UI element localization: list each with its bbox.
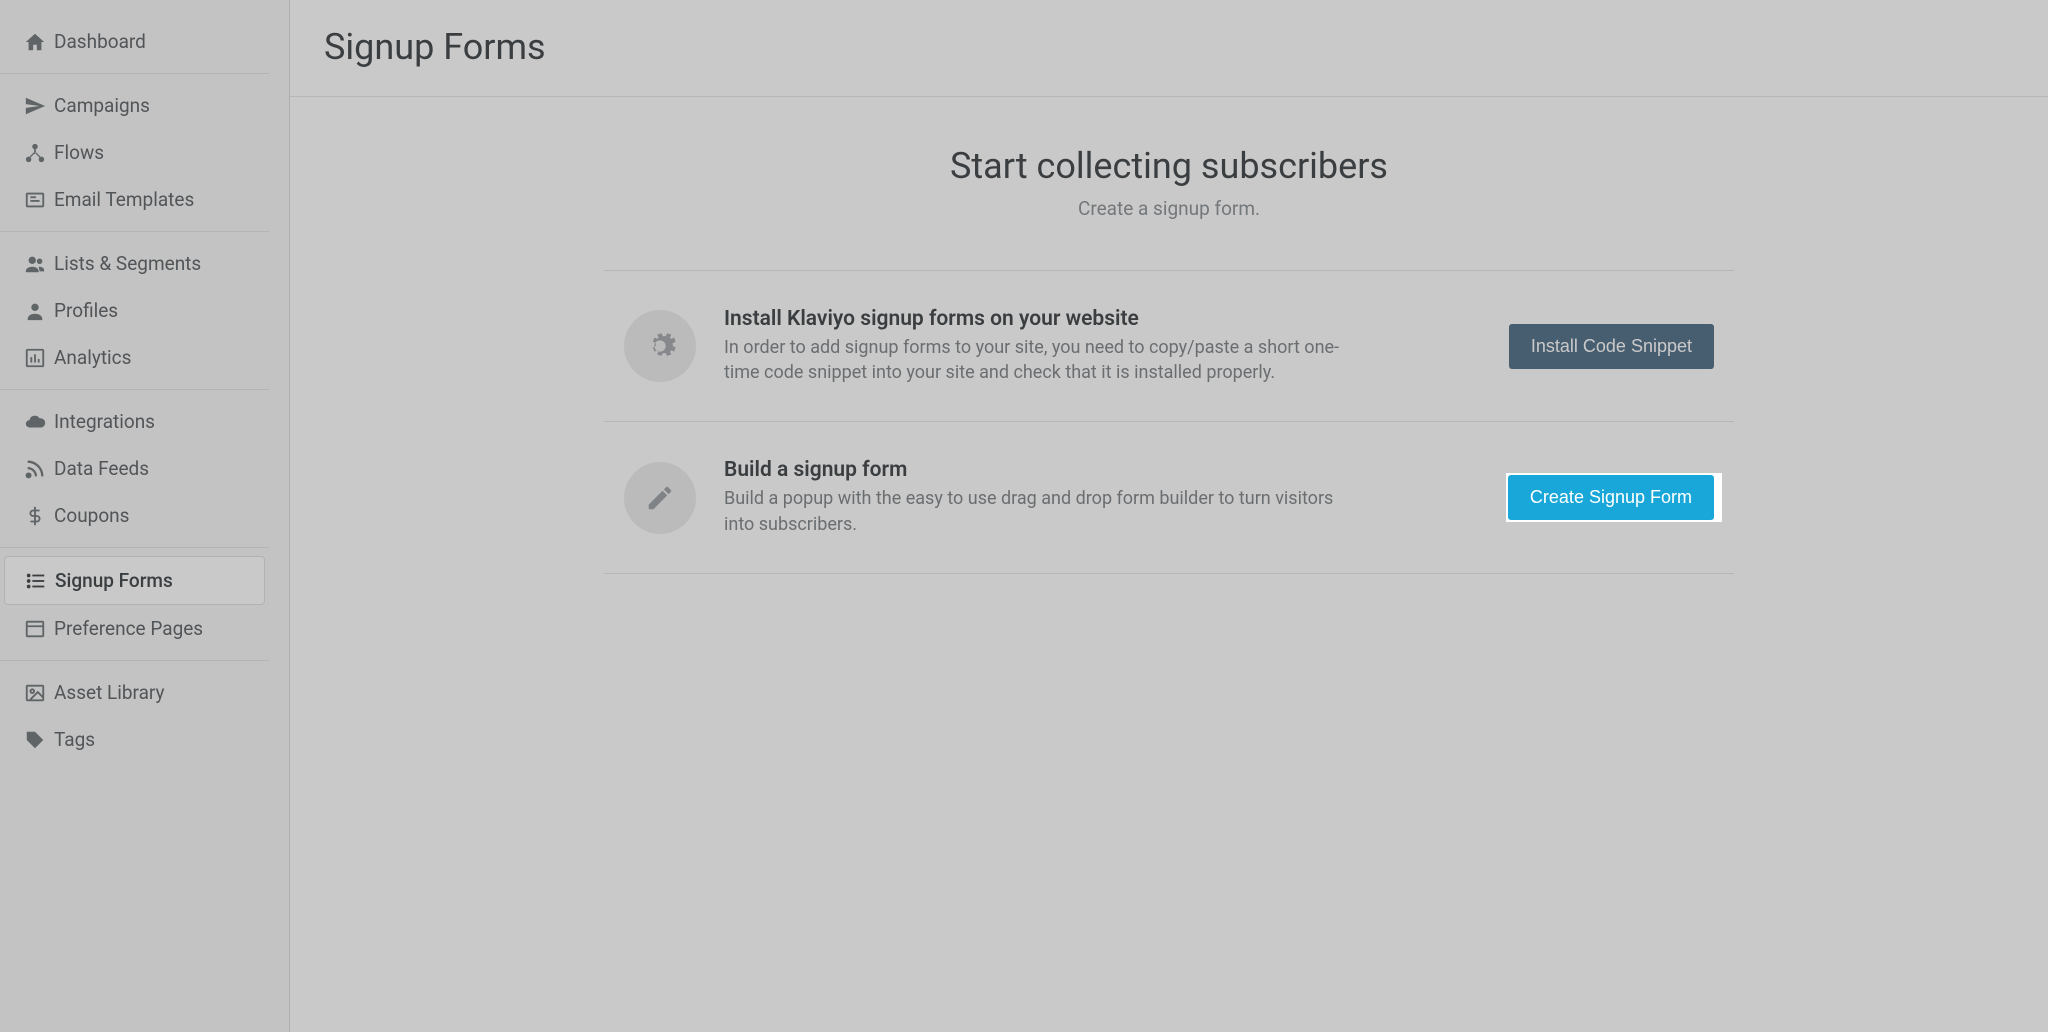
sidebar-item-profiles[interactable]: Profiles [4,287,269,334]
sidebar-item-coupons[interactable]: Coupons [4,492,269,539]
layout-icon [24,618,54,640]
sidebar-item-label: Data Feeds [54,457,149,480]
dollar-icon [24,505,54,527]
sidebar-item-campaigns[interactable]: Campaigns [4,82,269,129]
create-signup-form-button[interactable]: Create Signup Form [1508,475,1714,520]
paper-plane-icon [24,95,54,117]
sidebar-item-label: Dashboard [54,30,146,53]
content-area: Start collecting subscribers Create a si… [290,97,2048,1032]
sidebar-item-asset-library[interactable]: Asset Library [4,669,269,716]
nav-group: Integrations Data Feeds Coupons [0,390,269,548]
sidebar-item-label: Analytics [54,346,131,369]
sitemap-icon [24,142,54,164]
card-text: Install Klaviyo signup forms on your web… [724,307,1481,385]
sidebar-item-analytics[interactable]: Analytics [4,334,269,381]
card-desc: In order to add signup forms to your sit… [724,335,1344,385]
main-content: Signup Forms Start collecting subscriber… [290,0,2048,1032]
sidebar-item-preference-pages[interactable]: Preference Pages [4,605,269,652]
install-code-snippet-button[interactable]: Install Code Snippet [1509,324,1714,369]
sidebar-item-label: Lists & Segments [54,252,201,275]
gears-icon [624,310,696,382]
nav-group: Lists & Segments Profiles Analytics [0,232,269,390]
bar-chart-icon [24,347,54,369]
page-header: Signup Forms [290,0,2048,97]
sidebar-item-label: Flows [54,141,104,164]
nav-group: Dashboard [0,10,269,74]
card-desc: Build a popup with the easy to use drag … [724,486,1344,536]
hero-subtitle: Create a signup form. [1078,197,1260,220]
sidebar-item-label: Preference Pages [54,617,203,640]
newspaper-icon [24,189,54,211]
sidebar-item-label: Tags [54,728,95,751]
sidebar: Dashboard Campaigns Flows Email Temp [0,0,290,1032]
sidebar-item-label: Coupons [54,504,129,527]
card-list: Install Klaviyo signup forms on your web… [604,270,1734,574]
sidebar-item-label: Asset Library [54,681,165,704]
highlight-wrap: Create Signup Form [1508,475,1714,520]
hero-title: Start collecting subscribers [950,145,1388,187]
sidebar-item-email-templates[interactable]: Email Templates [4,176,269,223]
cloud-icon [24,411,54,433]
card-text: Build a signup form Build a popup with t… [724,458,1480,536]
user-icon [24,300,54,322]
sidebar-item-lists-segments[interactable]: Lists & Segments [4,240,269,287]
users-icon [24,253,54,275]
nav-group: Campaigns Flows Email Templates [0,74,269,232]
home-icon [24,31,54,53]
list-icon [25,570,55,592]
card-build-form: Build a signup form Build a popup with t… [604,422,1734,573]
card-title: Install Klaviyo signup forms on your web… [724,307,1461,331]
sidebar-item-label: Integrations [54,410,155,433]
card-install-snippet: Install Klaviyo signup forms on your web… [604,271,1734,422]
pencil-icon [624,462,696,534]
sidebar-item-flows[interactable]: Flows [4,129,269,176]
page-title: Signup Forms [324,26,2014,68]
tag-icon [24,729,54,751]
rss-icon [24,458,54,480]
nav-group: Asset Library Tags [0,661,269,771]
card-title: Build a signup form [724,458,1460,482]
sidebar-item-label: Signup Forms [55,569,173,592]
nav-group: Signup Forms Preference Pages [0,548,269,661]
sidebar-item-data-feeds[interactable]: Data Feeds [4,445,269,492]
sidebar-item-integrations[interactable]: Integrations [4,398,269,445]
sidebar-item-tags[interactable]: Tags [4,716,269,763]
app-root: Dashboard Campaigns Flows Email Temp [0,0,2048,1032]
sidebar-item-label: Email Templates [54,188,194,211]
sidebar-item-label: Campaigns [54,94,150,117]
sidebar-item-label: Profiles [54,299,118,322]
sidebar-item-dashboard[interactable]: Dashboard [4,18,269,65]
sidebar-item-signup-forms[interactable]: Signup Forms [4,556,265,605]
image-icon [24,682,54,704]
